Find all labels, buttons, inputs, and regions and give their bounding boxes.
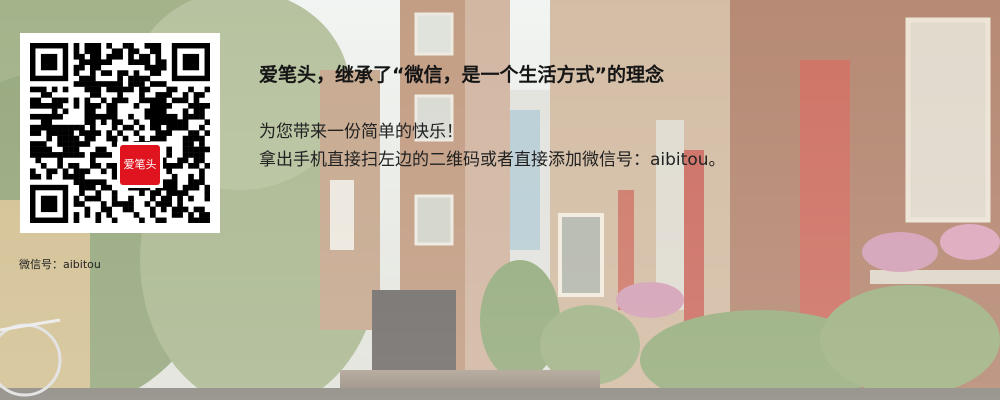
wechat-id-caption: 微信号：aibitou <box>19 258 101 271</box>
qr-code-icon <box>30 43 210 223</box>
qr-code-card: 爱笔头 <box>20 33 220 233</box>
promo-line-2: 拿出手机直接扫左边的二维码或者直接添加微信号：aibitou。 <box>259 150 726 170</box>
wechat-promo-banner: 爱笔头 微信号：aibitou 爱笔头，继承了“微信，是一个生活方式”的理念 为… <box>0 0 1000 400</box>
qr-logo-text: 爱笔头 <box>120 145 160 185</box>
promo-headline: 爱笔头，继承了“微信，是一个生活方式”的理念 <box>259 64 664 86</box>
promo-line-1: 为您带来一份简单的快乐！ <box>259 122 463 142</box>
aibitou-logo: 爱笔头 <box>117 142 163 188</box>
